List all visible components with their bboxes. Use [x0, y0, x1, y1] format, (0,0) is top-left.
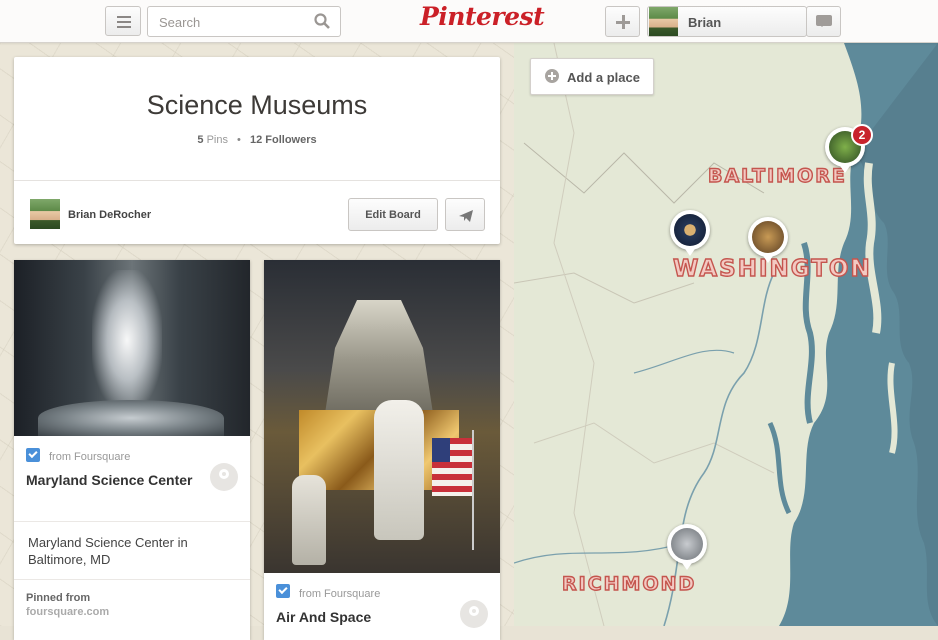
pin-image[interactable] — [14, 260, 250, 436]
map-marker[interactable] — [667, 524, 707, 574]
paper-plane-icon — [459, 210, 473, 222]
user-name: Brian — [688, 15, 722, 30]
board-stats: 5 Pins • 12 Followers — [14, 134, 500, 146]
pin-source: from Foursquare — [299, 588, 381, 600]
foursquare-icon — [276, 584, 290, 598]
board-header-card: Science Museums 5 Pins • 12 Followers Br… — [14, 57, 500, 244]
place-marker-icon[interactable] — [210, 463, 238, 491]
divider — [14, 521, 250, 522]
edit-board-label: Edit Board — [365, 209, 421, 221]
board-title: Science Museums — [146, 90, 368, 120]
notifications-button[interactable] — [806, 6, 841, 37]
marker-photo — [752, 221, 784, 253]
pins-label[interactable]: Pins — [207, 134, 228, 146]
map-label-richmond: RICHMOND — [561, 572, 697, 595]
pin-description: Maryland Science Center in Baltimore, MD — [28, 535, 188, 567]
send-board-button[interactable] — [445, 198, 485, 231]
pin-card[interactable]: from Foursquare Maryland Science Center … — [14, 260, 250, 640]
add-place-button[interactable]: Add a place — [530, 58, 654, 95]
followers-count[interactable]: 12 — [250, 134, 262, 146]
stats-separator: • — [237, 134, 241, 146]
pinned-from-label: Pinned from — [26, 592, 91, 604]
pin-title[interactable]: Air And Space — [276, 607, 456, 628]
menu-button[interactable] — [105, 6, 141, 36]
cluster-count-badge: 2 — [851, 124, 873, 146]
edit-board-button[interactable]: Edit Board — [348, 198, 438, 231]
message-icon — [816, 15, 832, 27]
avatar — [649, 7, 678, 36]
search-placeholder: Search — [159, 15, 201, 30]
top-navigation-bar: Search Pinterest Brian — [0, 0, 938, 43]
pinned-from-link[interactable]: foursquare.com — [26, 606, 109, 618]
marker-photo — [671, 528, 703, 560]
pinterest-logo[interactable]: Pinterest — [420, 2, 545, 31]
owner-avatar[interactable] — [30, 199, 60, 229]
add-icon — [545, 69, 559, 83]
map-tiles[interactable] — [514, 43, 938, 626]
owner-name[interactable]: Brian DeRocher — [68, 209, 151, 221]
search-input[interactable]: Search — [147, 6, 341, 37]
marker-photo — [674, 214, 706, 246]
pin-image[interactable] — [264, 260, 500, 573]
divider — [14, 180, 500, 181]
followers-label[interactable]: Followers — [265, 134, 316, 146]
pins-count[interactable]: 5 — [197, 134, 203, 146]
add-pin-button[interactable] — [605, 6, 640, 37]
pin-title[interactable]: Maryland Science Center — [26, 470, 206, 491]
foursquare-icon — [26, 448, 40, 462]
search-icon[interactable] — [314, 13, 330, 29]
map-marker[interactable] — [748, 217, 788, 267]
map-marker[interactable] — [670, 210, 710, 260]
add-place-label: Add a place — [567, 70, 640, 85]
pin-card[interactable]: from Foursquare Air And Space — [264, 260, 500, 640]
place-marker-icon[interactable] — [460, 600, 488, 628]
divider — [14, 579, 250, 580]
pin-source: from Foursquare — [49, 451, 131, 463]
user-profile-button[interactable]: Brian — [647, 6, 807, 37]
board-map[interactable] — [514, 43, 938, 626]
